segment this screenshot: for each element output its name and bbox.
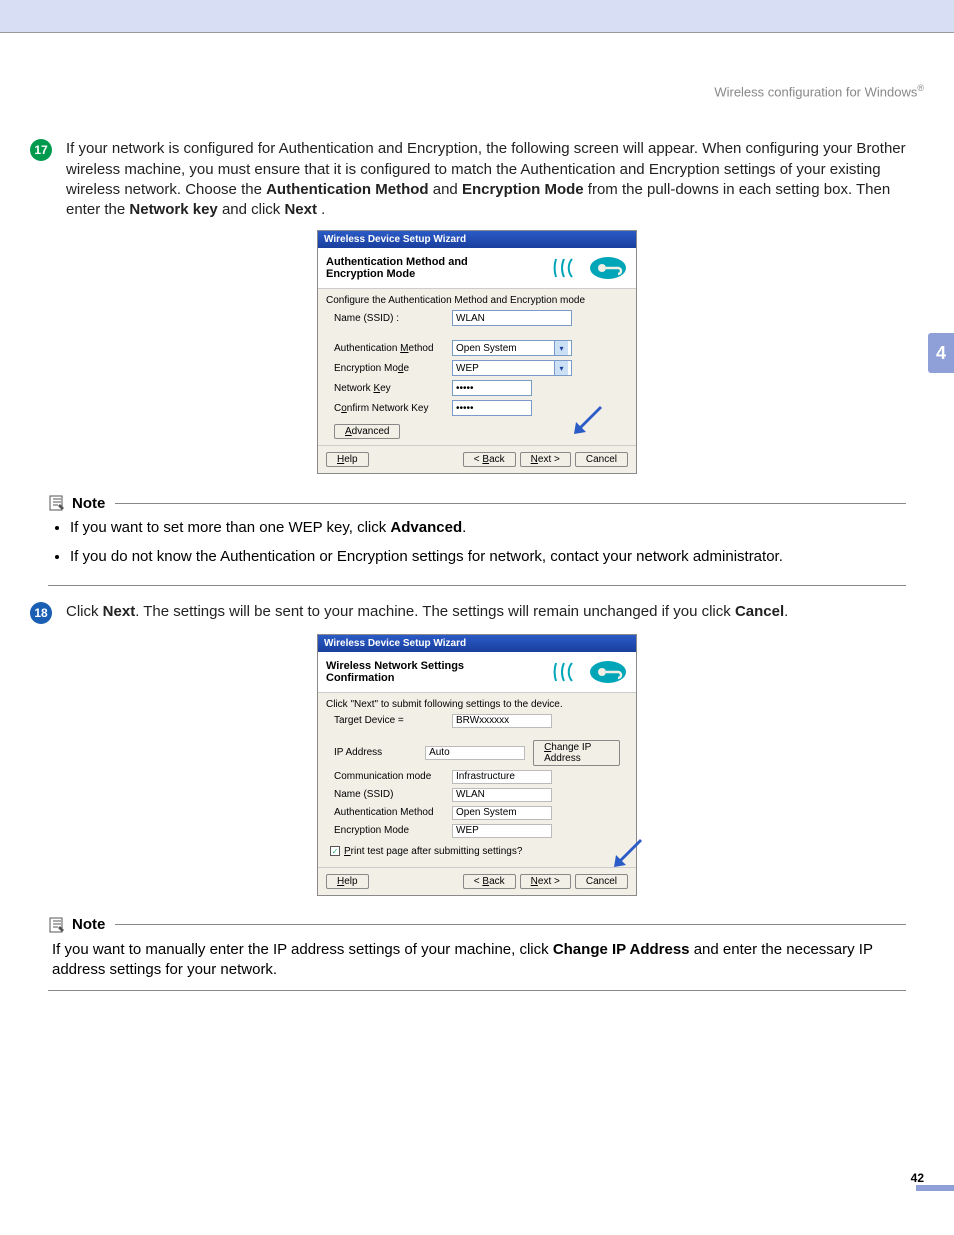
auth-method-label: Authentication Method: [334, 343, 444, 354]
network-key-label: Network Key: [334, 383, 444, 394]
conf-auth-label: Authentication Method: [334, 807, 444, 818]
chevron-down-icon: ▾: [554, 361, 568, 375]
comm-mode-value: Infrastructure: [452, 770, 552, 784]
dialog2-heading: Wireless Network Settings Confirmation: [326, 660, 506, 684]
header-text: Wireless configuration for Windows: [714, 84, 917, 99]
note-1-item-1: If you want to set more than one WEP key…: [70, 518, 906, 538]
dialog1-heading: Authentication Method and Encryption Mod…: [326, 256, 506, 280]
registered-mark: ®: [917, 83, 924, 93]
step-18: 18 Click Next. The settings will be sent…: [30, 602, 924, 624]
dialog2-subtitle: Click "Next" to submit following setting…: [318, 693, 636, 712]
target-device-value: BRWxxxxxx: [452, 714, 552, 728]
confirmation-dialog: Wireless Device Setup Wizard Wireless Ne…: [317, 634, 637, 896]
conf-ssid-value: WLAN: [452, 788, 552, 802]
conf-enc-value: WEP: [452, 824, 552, 838]
help-button[interactable]: Help: [326, 874, 369, 889]
footer-accent: [916, 1185, 954, 1191]
target-device-label: Target Device =: [334, 715, 444, 726]
help-button[interactable]: Help: [326, 452, 369, 467]
next-button[interactable]: Next >: [520, 874, 571, 889]
encryption-mode-dropdown[interactable]: WEP▾: [452, 360, 572, 376]
ip-address-label: IP Address: [334, 747, 417, 758]
note-1-item-2: If you do not know the Authentication or…: [70, 547, 906, 567]
advanced-button[interactable]: Advanced: [334, 424, 400, 439]
note-icon: [48, 494, 66, 512]
ip-address-value: Auto: [425, 746, 525, 760]
pointer-arrow-icon: [610, 837, 646, 873]
top-header-bar: [0, 0, 954, 32]
chevron-down-icon: ▾: [554, 341, 568, 355]
running-header: Wireless configuration for Windows®: [30, 83, 924, 99]
wireless-icon: [548, 254, 628, 282]
dialog1-subtitle: Configure the Authentication Method and …: [318, 289, 636, 308]
step-17-body: If your network is configured for Authen…: [66, 139, 924, 220]
pointer-arrow-icon: [570, 404, 606, 440]
step-number-badge: 18: [30, 602, 60, 624]
dialog2-titlebar: Wireless Device Setup Wizard: [318, 635, 636, 652]
step-17: 17 If your network is configured for Aut…: [30, 139, 924, 220]
wireless-icon: [548, 658, 628, 686]
back-button[interactable]: < Back: [463, 452, 516, 467]
dialog1-titlebar: Wireless Device Setup Wizard: [318, 231, 636, 248]
print-test-checkbox[interactable]: ✓: [330, 846, 340, 856]
step-18-number: 18: [30, 602, 52, 624]
conf-auth-value: Open System: [452, 806, 552, 820]
change-ip-button[interactable]: Change IP Address: [533, 740, 620, 766]
note-1-title: Note: [72, 495, 105, 512]
next-button[interactable]: Next >: [520, 452, 571, 467]
conf-enc-label: Encryption Mode: [334, 825, 444, 836]
back-button[interactable]: < Back: [463, 874, 516, 889]
auth-encryption-dialog: Wireless Device Setup Wizard Authenticat…: [317, 230, 637, 474]
note-2: Note If you want to manually enter the I…: [48, 916, 906, 992]
note-2-title: Note: [72, 916, 105, 933]
ssid-input[interactable]: WLAN: [452, 310, 572, 326]
step-17-number: 17: [30, 139, 52, 161]
comm-mode-label: Communication mode: [334, 771, 444, 782]
network-key-input[interactable]: •••••: [452, 380, 532, 396]
ssid-label: Name (SSID) :: [334, 313, 444, 324]
encryption-mode-label: Encryption Mode: [334, 363, 444, 374]
note-1: Note If you want to set more than one WE…: [48, 494, 906, 586]
auth-method-dropdown[interactable]: Open System▾: [452, 340, 572, 356]
step-number-badge: 17: [30, 139, 60, 220]
print-test-label: Print test page after submitting setting…: [344, 846, 522, 857]
cancel-button[interactable]: Cancel: [575, 452, 628, 467]
step-18-body: Click Next. The settings will be sent to…: [66, 602, 924, 624]
confirm-key-label: Confirm Network Key: [334, 403, 444, 414]
cancel-button[interactable]: Cancel: [575, 874, 628, 889]
confirm-key-input[interactable]: •••••: [452, 400, 532, 416]
page-content: Wireless configuration for Windows® 4 17…: [0, 32, 954, 1197]
note-icon: [48, 916, 66, 934]
conf-ssid-label: Name (SSID): [334, 789, 444, 800]
chapter-tab: 4: [928, 333, 954, 373]
page-number: 42: [911, 1171, 924, 1185]
